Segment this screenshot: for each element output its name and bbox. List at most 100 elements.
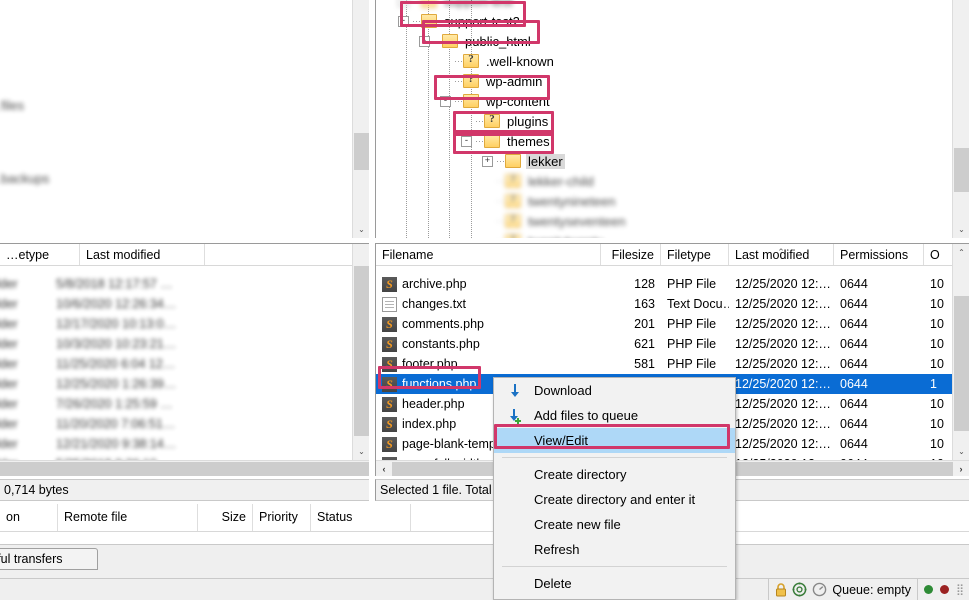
menu-item-create-directory[interactable]: Create directory: [494, 462, 735, 487]
transfer-tab-strip[interactable]: …cessful transfers: [0, 544, 969, 578]
tab-successful-transfers[interactable]: …cessful transfers: [0, 548, 98, 570]
column-header[interactable]: Priority: [253, 504, 311, 531]
table-row[interactable]: e folder 12/25/2020 1:26:39…: [0, 374, 352, 394]
tree-node[interactable]: - ⋯ support-test2: [398, 11, 522, 31]
local-file-list-header[interactable]: …etype Last modified: [0, 244, 369, 266]
menu-item-create-new-file[interactable]: Create new file: [494, 512, 735, 537]
expand-node-icon[interactable]: +: [482, 155, 493, 167]
speed-gauge-icon[interactable]: [812, 582, 827, 597]
scrollbar-thumb[interactable]: [354, 133, 369, 170]
security-indicator-area[interactable]: Queue: empty: [769, 578, 918, 600]
table-row[interactable]: changes.txt 163 Text Docu… 12/25/2020 12:… 0…: [376, 294, 952, 314]
column-header[interactable]: Status: [311, 504, 411, 531]
menu-item-add-files-to-queue[interactable]: Add files to queue: [494, 403, 735, 428]
tree-node[interactable]: ⋯ twentyseventeen: [482, 211, 628, 231]
column-header[interactable]: …etype: [0, 244, 80, 265]
column-header[interactable]: [205, 244, 365, 265]
tree-node[interactable]: ⋯ twentytwenty: [482, 231, 605, 238]
owner-cell: 10: [930, 297, 944, 311]
scroll-left-arrow-icon[interactable]: ‹: [376, 461, 392, 477]
file-name-cell[interactable]: comments.php: [376, 316, 601, 332]
menu-item-create-directory-and-enter-it[interactable]: Create directory and enter it: [494, 487, 735, 512]
remote-list-vertical-scrollbar[interactable]: ⌃ ⌄: [952, 244, 969, 460]
table-row[interactable]: footer.php 581 PHP File 12/25/2020 12:… 0644…: [376, 354, 952, 374]
table-row[interactable]: e folder 7/26/2020 1:25:59 …: [0, 394, 352, 414]
tree-node[interactable]: - ⋯ wp-content: [440, 91, 552, 111]
table-row[interactable]: e folder 10/6/2020 12:26:34…: [0, 294, 352, 314]
tree-node[interactable]: ⋯ wp-admin: [440, 71, 544, 91]
collapse-node-icon[interactable]: -: [398, 15, 409, 27]
menu-item-download[interactable]: Download: [494, 378, 735, 403]
file-name-cell[interactable]: changes.txt: [376, 296, 601, 312]
table-row[interactable]: e folder 11/20/2020 7:06:51…: [0, 414, 352, 434]
tree-node[interactable]: …files: [0, 95, 26, 115]
table-row[interactable]: e folder 11/25/2020 6:04 12…: [0, 354, 352, 374]
scroll-down-arrow-icon[interactable]: ⌄: [953, 221, 969, 238]
scroll-down-arrow-icon[interactable]: ⌄: [353, 443, 370, 460]
tree-node[interactable]: + ⋯ lekker: [482, 151, 565, 171]
table-row[interactable]: e folder 5/8/2018 12:17:57 …: [0, 274, 352, 294]
scrollbar-thumb[interactable]: [0, 461, 369, 476]
collapse-node-icon[interactable]: -: [440, 95, 451, 107]
remote-directory-tree[interactable]: - ⋯ support-test - ⋯ support-test2- ⋯ public_ht…: [376, 0, 969, 238]
tree-node[interactable]: - ⋯ public_html: [419, 31, 533, 51]
collapse-node-icon[interactable]: -: [419, 35, 430, 47]
local-list-vertical-scrollbar[interactable]: ⌄: [352, 244, 369, 460]
table-row[interactable]: comments.php 201 PHP File 12/25/2020 12:… 06…: [376, 314, 952, 334]
column-header[interactable]: O: [924, 244, 954, 265]
gear-icon[interactable]: [792, 582, 807, 597]
scroll-right-arrow-icon[interactable]: ›: [953, 461, 969, 477]
local-file-list-panel[interactable]: …etype Last modified e folder 5/8/2018 12:…: [0, 243, 369, 476]
scrollbar-thumb[interactable]: [954, 296, 969, 431]
scrollbar-thumb[interactable]: [954, 148, 969, 192]
menu-item-delete[interactable]: Delete: [494, 571, 735, 596]
local-list-horizontal-scrollbar[interactable]: [0, 460, 369, 476]
local-directory-tree-panel[interactable]: …files …backups ⌄: [0, 0, 369, 238]
file-context-menu[interactable]: Download Add files to queue View/Edit Creat…: [493, 377, 736, 600]
table-row[interactable]: e folder 12/17/2020 10:13:0…: [0, 314, 352, 334]
tree-node[interactable]: …backups: [0, 168, 51, 188]
php-file-icon: [382, 356, 397, 372]
table-row[interactable]: archive.php 128 PHP File 12/25/2020 12:… 064…: [376, 274, 952, 294]
tree-node[interactable]: ⋯ lekker-child: [482, 171, 596, 191]
column-header[interactable]: on: [0, 504, 58, 531]
column-header[interactable]: Remote file: [58, 504, 198, 531]
menu-item-view-edit[interactable]: View/Edit: [494, 428, 735, 453]
local-tree-vertical-scrollbar[interactable]: ⌄: [352, 0, 369, 238]
column-header[interactable]: Last modified: [80, 244, 205, 265]
transfer-queue-header[interactable]: on Remote file Size Priority Status: [0, 504, 969, 532]
table-row[interactable]: e folder 12/21/2020 9:38:14…: [0, 434, 352, 454]
scroll-down-arrow-icon[interactable]: ⌄: [953, 443, 969, 460]
file-name-cell[interactable]: footer.php: [376, 356, 601, 372]
menu-item-rename[interactable]: Rename: [494, 596, 735, 600]
scrollbar-thumb[interactable]: [354, 266, 369, 436]
scroll-up-arrow-icon[interactable]: ⌃: [953, 244, 969, 261]
column-header[interactable]: Permissions: [834, 244, 924, 265]
file-name-cell[interactable]: archive.php: [376, 276, 601, 292]
collapse-node-icon[interactable]: -: [461, 135, 472, 147]
resize-grip-icon[interactable]: ⣿: [956, 583, 964, 596]
remote-directory-tree-panel[interactable]: - ⋯ support-test - ⋯ support-test2- ⋯ public_ht…: [375, 0, 969, 238]
remote-tree-vertical-scrollbar[interactable]: ⌄: [952, 0, 969, 238]
tree-node[interactable]: - ⋯ support-test: [398, 0, 515, 11]
file-name-cell[interactable]: constants.php: [376, 336, 601, 352]
column-header[interactable]: Last modified ⌃: [729, 244, 834, 265]
column-header[interactable]: Filename: [376, 244, 601, 265]
scroll-down-arrow-icon[interactable]: ⌄: [353, 221, 370, 238]
file-type-cell: e folder: [0, 377, 18, 391]
column-header[interactable]: Size: [198, 504, 253, 531]
column-header[interactable]: Filesize: [601, 244, 661, 265]
column-header[interactable]: Filetype: [661, 244, 729, 265]
local-directory-tree[interactable]: …files …backups: [0, 0, 369, 238]
tree-node[interactable]: ⋯ twentynineteen: [482, 191, 617, 211]
menu-item-refresh[interactable]: Refresh: [494, 537, 735, 562]
tree-node[interactable]: ⋯ plugins: [461, 111, 550, 131]
remote-file-list-header[interactable]: Filename Filesize Filetype Last modified ⌃ Pe…: [376, 244, 969, 266]
table-row[interactable]: e folder 10/3/2020 10:23:21…: [0, 334, 352, 354]
tree-node[interactable]: ⋯ .well-known: [440, 51, 556, 71]
table-row[interactable]: constants.php 621 PHP File 12/25/2020 12:… 0…: [376, 334, 952, 354]
local-file-list-body[interactable]: e folder 5/8/2018 12:17:57 … e folder 10/6/…: [0, 266, 352, 460]
collapse-node-icon[interactable]: -: [398, 0, 409, 7]
tree-node[interactable]: - ⋯ themes: [461, 131, 552, 151]
lock-icon[interactable]: [775, 582, 787, 597]
